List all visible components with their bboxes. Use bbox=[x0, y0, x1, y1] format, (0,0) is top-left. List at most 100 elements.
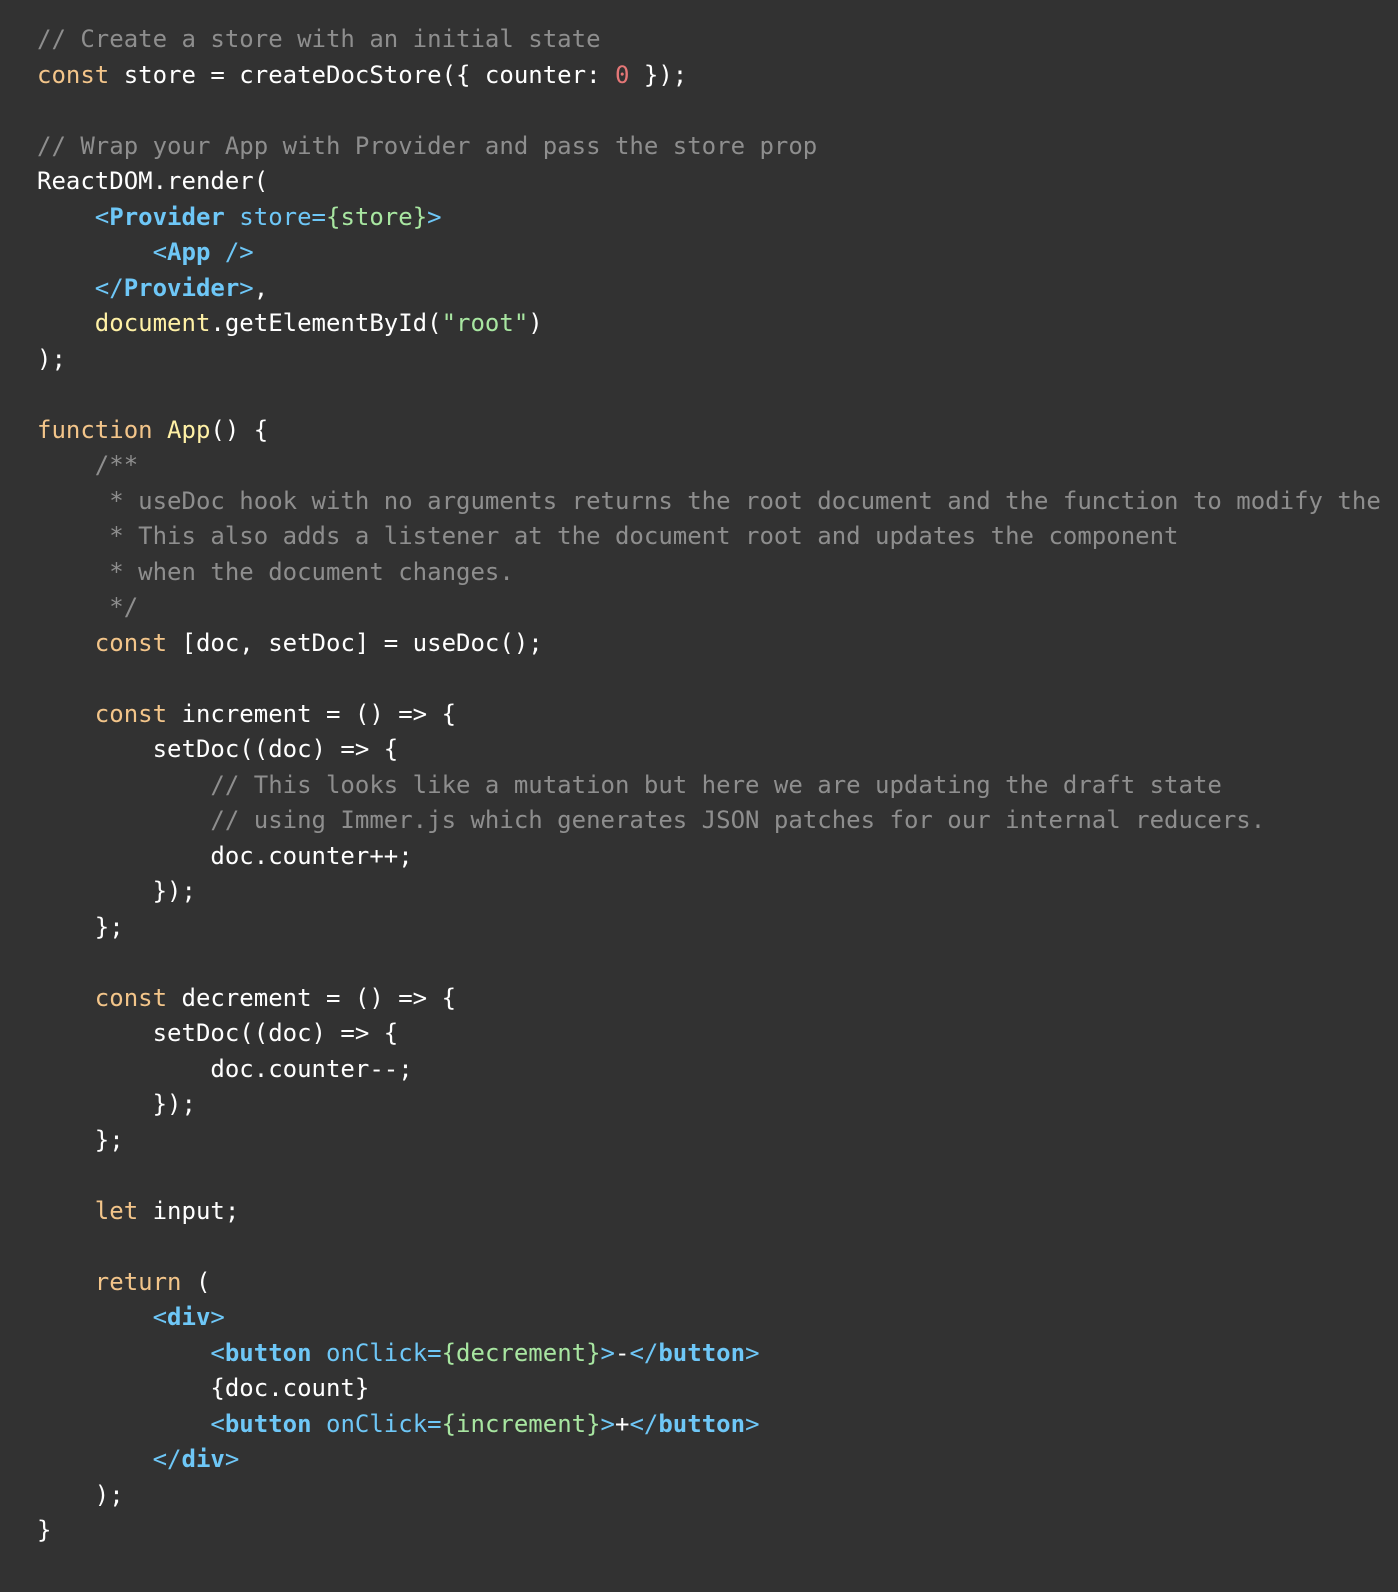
code-line: setDoc((doc) => { bbox=[37, 1016, 1381, 1052]
code-token: doc.counter--; bbox=[37, 1054, 413, 1083]
comment-token: */ bbox=[94, 593, 139, 621]
jsx-attribute-token: onClick= bbox=[311, 1409, 442, 1438]
keyword-token: const bbox=[94, 699, 168, 728]
code-token: }); bbox=[629, 60, 688, 89]
jsx-bracket-token: </ bbox=[629, 1409, 659, 1438]
jsx-bracket-token: > bbox=[745, 1338, 760, 1367]
comment-token: * useDoc hook with no arguments returns … bbox=[94, 486, 1381, 515]
code-line: ); bbox=[37, 342, 1381, 378]
code-line: function App() { bbox=[37, 413, 1381, 449]
comment-token: // using Immer.js which generates JSON p… bbox=[210, 806, 1266, 834]
code-token: }; bbox=[37, 1125, 124, 1154]
code-line: }); bbox=[37, 1087, 1381, 1123]
comment-token: * when the document changes. bbox=[94, 557, 514, 586]
code-token: setDoc((doc) => { bbox=[37, 735, 399, 763]
code-line: */ bbox=[37, 590, 1381, 626]
keyword-token: const bbox=[94, 628, 168, 657]
jsx-attribute-token: onClick= bbox=[311, 1338, 442, 1367]
keyword-token: const bbox=[94, 983, 168, 1012]
code-token: .getElementById( bbox=[210, 309, 442, 337]
code-line: </Provider>, bbox=[37, 271, 1381, 307]
code-token: setDoc((doc) => { bbox=[37, 1019, 399, 1047]
code-line: const decrement = () => { bbox=[37, 981, 1381, 1017]
code-token: ) bbox=[528, 309, 543, 337]
global-token: document bbox=[94, 309, 211, 337]
code-token: [doc, setDoc] = useDoc(); bbox=[167, 628, 543, 657]
jsx-attribute-value-token: {decrement} bbox=[441, 1338, 601, 1367]
jsx-tag-token: div bbox=[167, 1303, 211, 1331]
code-line: const increment = () => { bbox=[37, 697, 1381, 733]
code-line: <button onClick={increment}>+</button> bbox=[37, 1407, 1381, 1443]
jsx-tag-token: button bbox=[658, 1338, 746, 1367]
comment-token: /** bbox=[94, 451, 139, 479]
code-line: let input; bbox=[37, 1194, 1381, 1230]
comment-token: // Wrap your App with Provider and pass … bbox=[37, 131, 818, 160]
code-line: * useDoc hook with no arguments returns … bbox=[37, 484, 1381, 520]
code-line: ); bbox=[37, 1478, 1381, 1514]
code-token: + bbox=[615, 1409, 630, 1438]
code-line: <App /> bbox=[37, 235, 1381, 271]
code-line: }; bbox=[37, 910, 1381, 946]
function-name-token: App bbox=[167, 415, 211, 444]
code-block[interactable]: // Create a store with an initial state c… bbox=[37, 22, 1381, 1549]
code-line: // This looks like a mutation but here w… bbox=[37, 768, 1381, 804]
code-line: * This also adds a listener at the docum… bbox=[37, 519, 1381, 555]
code-token: ReactDOM.render( bbox=[37, 167, 269, 195]
jsx-attribute-token: store= bbox=[224, 202, 326, 231]
jsx-bracket-token: > bbox=[600, 1338, 615, 1367]
code-line: // Create a store with an initial state bbox=[37, 22, 1381, 58]
code-line: * when the document changes. bbox=[37, 555, 1381, 591]
code-line: const store = createDocStore({ counter: … bbox=[37, 58, 1381, 94]
jsx-tag-token: App bbox=[167, 238, 211, 266]
jsx-bracket-token: > bbox=[427, 202, 442, 231]
code-token: - bbox=[615, 1338, 630, 1367]
jsx-tag-token: button bbox=[224, 1338, 312, 1367]
code-line: // Wrap your App with Provider and pass … bbox=[37, 129, 1381, 165]
comment-token: * This also adds a listener at the docum… bbox=[94, 522, 1179, 550]
jsx-bracket-token: > bbox=[210, 1303, 225, 1331]
code-token: ); bbox=[37, 1480, 124, 1509]
code-token: store = createDocStore({ counter: bbox=[109, 60, 615, 89]
jsx-tag-token: button bbox=[224, 1409, 312, 1438]
code-line: <button onClick={decrement}>-</button> bbox=[37, 1336, 1381, 1372]
code-editor[interactable]: // Create a store with an initial state c… bbox=[0, 0, 1398, 1592]
code-line: }; bbox=[37, 1123, 1381, 1159]
number-token: 0 bbox=[614, 60, 630, 89]
string-token: "root" bbox=[441, 309, 529, 337]
code-line: doc.counter++; bbox=[37, 839, 1381, 875]
code-token: ( bbox=[181, 1267, 211, 1296]
jsx-bracket-token: > bbox=[745, 1409, 760, 1438]
jsx-tag-token: Provider bbox=[123, 273, 240, 302]
code-token: ); bbox=[37, 344, 66, 373]
jsx-bracket-token: < bbox=[152, 238, 168, 266]
jsx-bracket-token: </ bbox=[629, 1338, 659, 1367]
keyword-token: let bbox=[94, 1196, 139, 1225]
code-line: // using Immer.js which generates JSON p… bbox=[37, 803, 1381, 839]
code-token: }); bbox=[37, 877, 196, 905]
keyword-token: function bbox=[37, 415, 153, 444]
jsx-tag-token: div bbox=[181, 1445, 225, 1473]
jsx-bracket-token: </ bbox=[152, 1445, 182, 1473]
code-token: doc.counter++; bbox=[37, 841, 413, 870]
code-token: () { bbox=[210, 415, 269, 444]
comment-token: // This looks like a mutation but here w… bbox=[210, 770, 1222, 799]
jsx-bracket-token: < bbox=[94, 202, 110, 231]
